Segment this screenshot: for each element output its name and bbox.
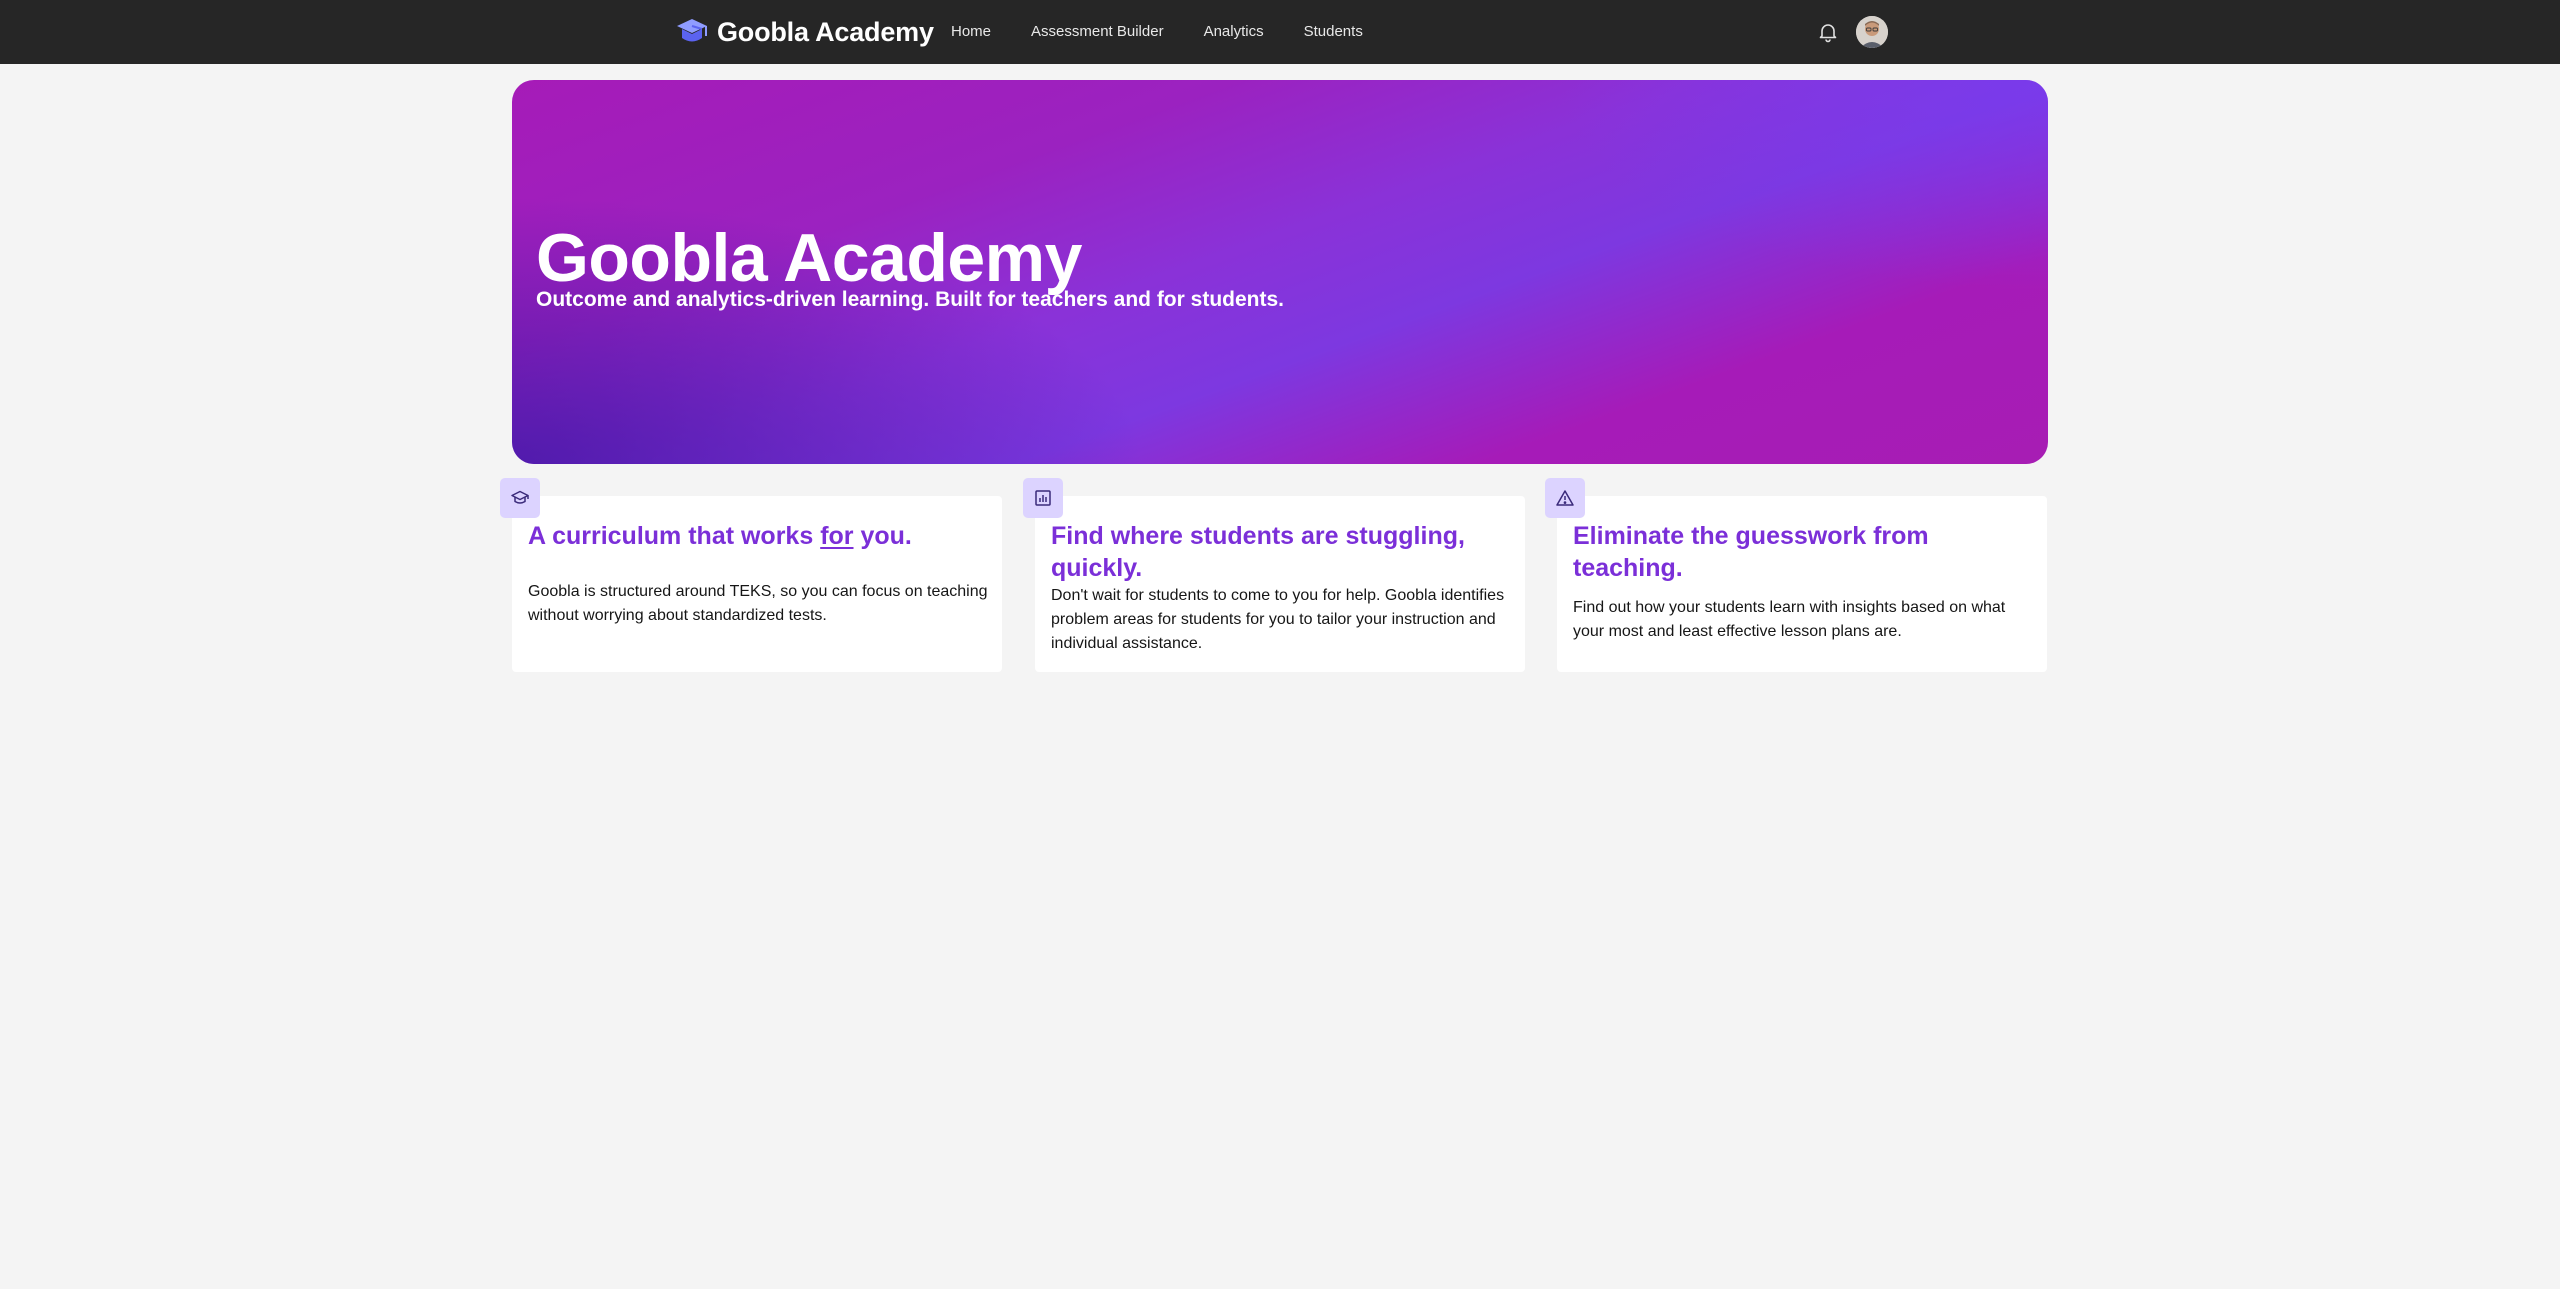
- feature-card-struggling-students: Find where students are stuggling, quick…: [1035, 496, 1525, 672]
- warning-triangle-icon: [1556, 490, 1574, 506]
- nav-link-analytics[interactable]: Analytics: [1184, 0, 1284, 64]
- feature-title: Eliminate the guesswork from teaching.: [1573, 522, 1929, 582]
- brand-name: Goobla Academy: [717, 16, 934, 47]
- avatar-image: [1856, 16, 1888, 48]
- main-navigation: Home Assessment Builder Analytics Studen…: [931, 0, 1383, 64]
- feature-title-part: A curriculum that works: [528, 522, 821, 550]
- hero-subtitle: Outcome and analytics-driven learning. B…: [536, 288, 1284, 311]
- hero-title: Goobla Academy: [536, 220, 1082, 296]
- feature-badge: [1545, 478, 1585, 518]
- user-avatar[interactable]: [1856, 16, 1888, 48]
- bell-icon[interactable]: [1816, 20, 1840, 44]
- nav-link-students[interactable]: Students: [1284, 0, 1383, 64]
- feature-badge: [500, 478, 540, 518]
- feature-description: Goobla is structured around TEKS, so you…: [528, 583, 988, 624]
- feature-title: A curriculum that works for you.: [528, 520, 988, 552]
- feature-title-emphasis: for: [820, 522, 854, 550]
- nav-link-home[interactable]: Home: [931, 0, 1011, 64]
- top-navigation-bar: Goobla Academy Home Assessment Builder A…: [0, 0, 2560, 64]
- feature-title-part: you.: [853, 522, 912, 550]
- feature-badge: [1023, 478, 1063, 518]
- graduation-cap-icon: [677, 19, 707, 42]
- graduation-cap-icon: [511, 490, 529, 504]
- feature-card-eliminate-guesswork: Eliminate the guesswork from teaching. F…: [1557, 496, 2047, 672]
- feature-card-curriculum: A curriculum that works for you. Goobla …: [512, 496, 1002, 672]
- bar-chart-icon: [1035, 490, 1051, 506]
- feature-description: Find out how your students learn with in…: [1573, 599, 2006, 640]
- feature-title: Find where students are stuggling, quick…: [1051, 522, 1465, 582]
- nav-link-assessment-builder[interactable]: Assessment Builder: [1011, 0, 1184, 64]
- hero-banner: Goobla Academy Outcome and analytics-dri…: [512, 80, 2048, 464]
- brand-home-link[interactable]: Goobla Academy: [675, 14, 934, 50]
- feature-description: Don't wait for students to come to you f…: [1051, 587, 1505, 652]
